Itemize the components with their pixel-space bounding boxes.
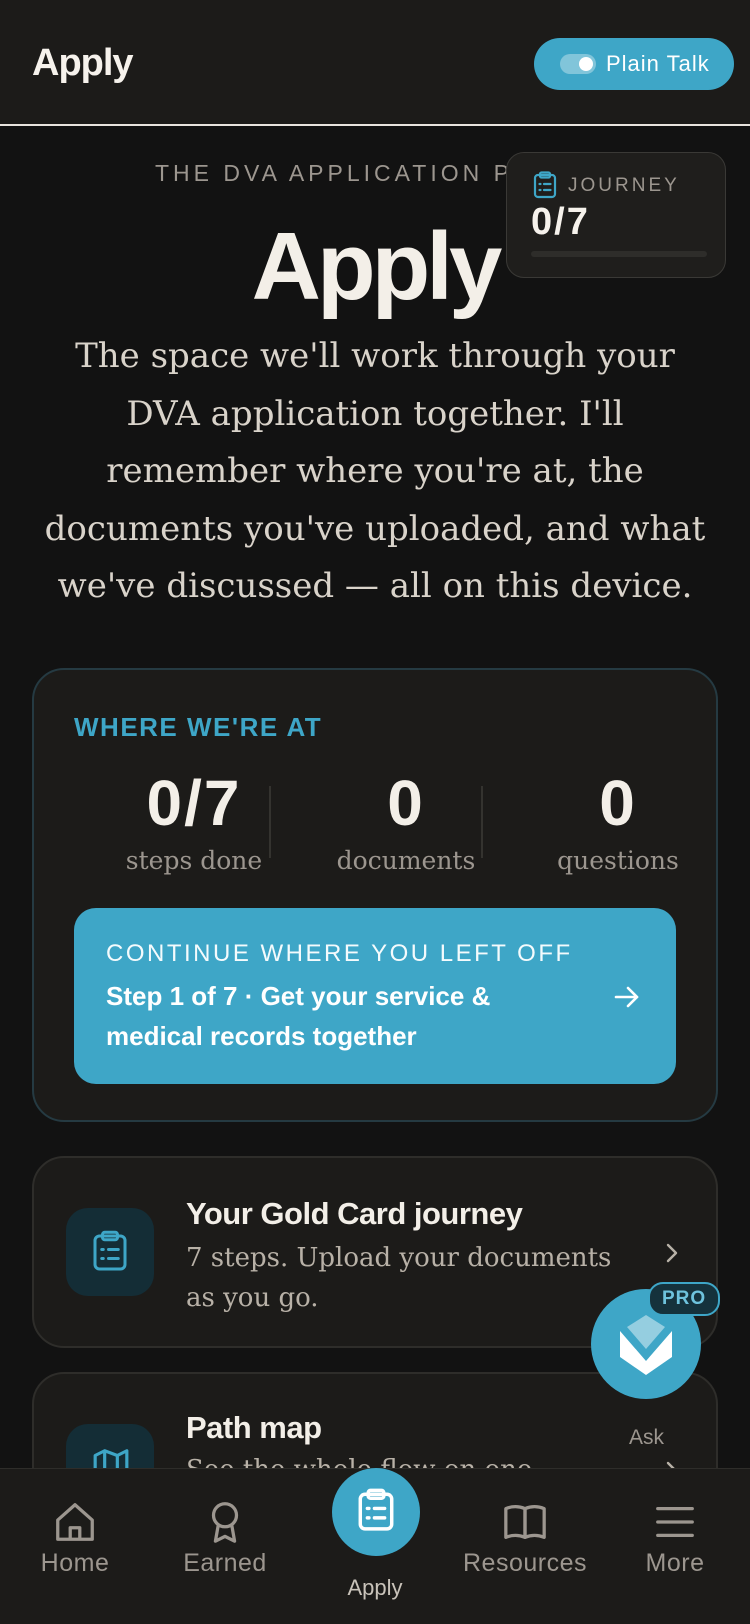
book-icon <box>504 1505 546 1539</box>
nav-label: Resources <box>463 1549 587 1577</box>
nav-apply[interactable] <box>332 1468 420 1556</box>
stat-divider <box>269 786 271 858</box>
page-title: Apply <box>251 213 503 320</box>
continue-step-text: Step 1 of 7 · Get your service & medical… <box>106 981 491 1051</box>
award-icon <box>211 1502 239 1543</box>
plain-talk-label: Plain Talk <box>606 51 710 76</box>
nav-resources[interactable]: Resources <box>450 1499 600 1578</box>
toggle-switch-icon <box>560 54 596 74</box>
ask-label: Ask <box>629 1426 665 1449</box>
nav-label: Earned <box>183 1549 267 1577</box>
stat-questions: 0 questions <box>512 766 724 875</box>
status-card: WHERE WE'RE AT 0/7 steps done 0 document… <box>32 668 718 1122</box>
pro-badge: PRO <box>648 1282 721 1316</box>
card-title: Path map <box>186 1410 322 1445</box>
journey-label: JOURNEY <box>568 175 680 196</box>
chevron-right-icon <box>666 1243 678 1263</box>
top-bar: Apply Plain Talk <box>0 0 750 126</box>
assistant-logo-icon <box>620 1315 672 1375</box>
bottom-nav: Home Earned Apply Resources More <box>0 1468 750 1624</box>
nav-label: Home <box>40 1549 110 1577</box>
page-description: The space we'll work through your DVA ap… <box>44 336 706 606</box>
continue-eyebrow: CONTINUE WHERE YOU LEFT OFF <box>106 940 573 967</box>
arrow-right-icon <box>614 986 639 1008</box>
nav-label: Apply <box>347 1575 403 1600</box>
stat-divider <box>481 786 483 858</box>
home-icon <box>56 1503 94 1541</box>
card-icon-box <box>66 1208 154 1296</box>
status-heading: WHERE WE'RE AT <box>74 712 323 742</box>
stat-label: questions <box>557 846 679 875</box>
nav-earned[interactable]: Earned <box>150 1499 300 1578</box>
clipboard-icon <box>358 1488 394 1531</box>
card-title: Your Gold Card journey <box>186 1196 523 1231</box>
menu-icon <box>656 1506 694 1538</box>
card-description: 7 steps. Upload your documents as you go… <box>186 1243 612 1313</box>
clipboard-icon <box>93 1230 127 1271</box>
clipboard-icon <box>533 171 557 199</box>
hero-eyebrow: THE DVA APPLICATION PR <box>155 160 534 186</box>
nav-home[interactable]: Home <box>0 1499 150 1578</box>
continue-button[interactable]: CONTINUE WHERE YOU LEFT OFF Step 1 of 7 … <box>74 908 676 1084</box>
nav-more[interactable]: More <box>600 1499 750 1578</box>
stat-value: 0 <box>599 767 637 839</box>
plain-talk-toggle[interactable]: Plain Talk <box>534 38 734 90</box>
app-title: Apply <box>32 42 134 84</box>
nav-label: More <box>645 1549 705 1577</box>
